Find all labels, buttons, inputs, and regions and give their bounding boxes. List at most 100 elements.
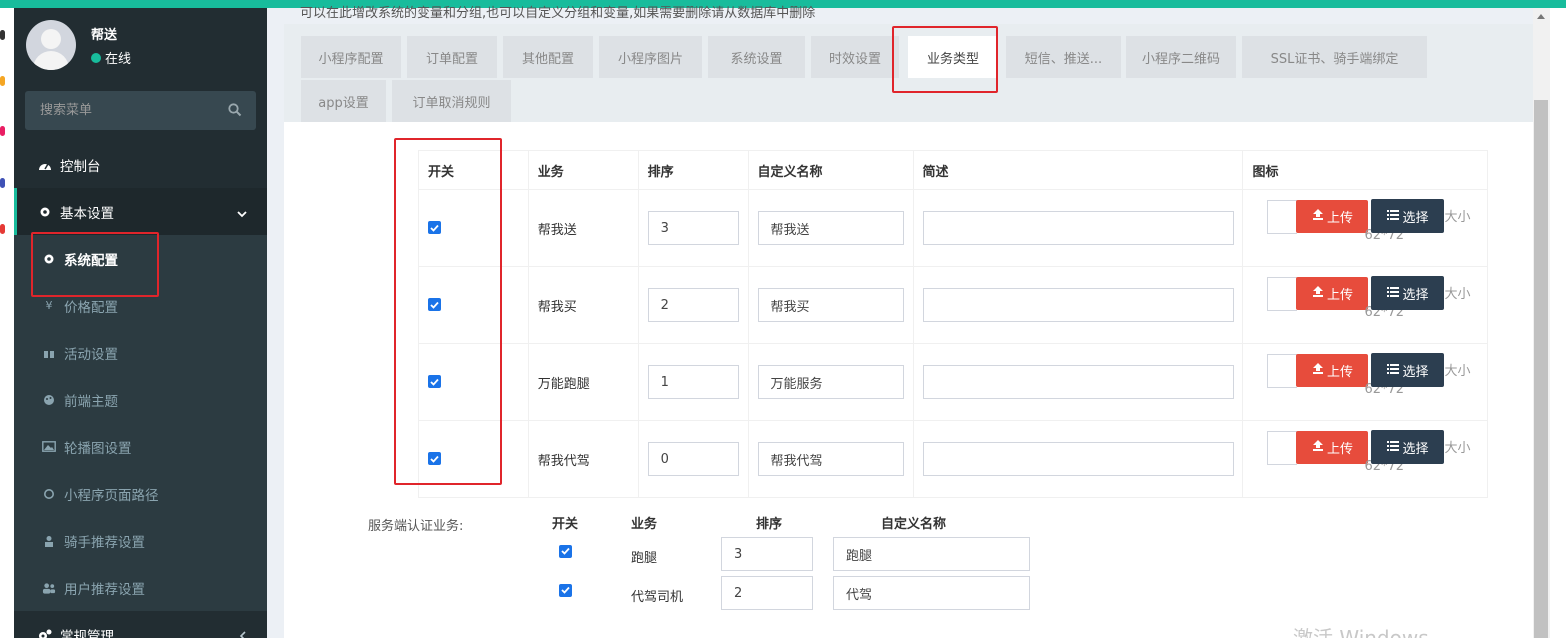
upload-button[interactable]: 上传: [1296, 354, 1369, 387]
tab-ssl-rider[interactable]: SSL证书、骑手端绑定: [1242, 36, 1427, 78]
table-row: 帮我代驾 0 帮我代驾 上传 大小 62*72 选择: [418, 420, 1488, 498]
size-hint: 大小: [1444, 210, 1471, 225]
select-button[interactable]: 选择: [1371, 353, 1445, 387]
user-status-text: 在线: [105, 52, 132, 67]
description-cell: [912, 266, 1243, 344]
description-input[interactable]: [922, 211, 1234, 245]
sidebar-item-user-referral[interactable]: 用户推荐设置: [14, 564, 267, 611]
sidebar-item-activity-settings[interactable]: 活动设置: [14, 329, 267, 376]
custom-name-input[interactable]: 万能服务: [757, 365, 904, 399]
description-input[interactable]: [922, 365, 1234, 399]
sort-input[interactable]: 0: [647, 442, 739, 476]
auth-checkbox[interactable]: [559, 583, 572, 598]
description-input[interactable]: [922, 442, 1234, 476]
auth-sort-input[interactable]: 3: [721, 537, 813, 571]
enable-checkbox[interactable]: [428, 452, 441, 465]
select-button[interactable]: 选择: [1371, 276, 1445, 310]
description-input[interactable]: [922, 288, 1234, 322]
custom-name-input[interactable]: 帮我代驾: [757, 442, 904, 476]
chevron-left-icon: [239, 629, 247, 638]
col-header-icon: 图标: [1242, 150, 1488, 190]
sidebar: 帮送 在线 控制台 基本设置 系统配置 ¥ 价格配置: [14, 8, 267, 638]
col-header-custom-name: 自定义名称: [747, 150, 913, 190]
sort-cell: 1: [637, 343, 749, 421]
sidebar-item-general[interactable]: 常规管理: [14, 611, 267, 638]
custom-name-input[interactable]: 帮我送: [757, 211, 904, 245]
sidebar-item-label: 轮播图设置: [64, 440, 132, 457]
tab-sms-push[interactable]: 短信、推送...: [1006, 36, 1121, 78]
select-button[interactable]: 选择: [1371, 430, 1445, 464]
tab-miniapp-images[interactable]: 小程序图片: [599, 36, 702, 78]
sidebar-item-carousel-settings[interactable]: 轮播图设置: [14, 423, 267, 470]
tab-miniapp-qrcode[interactable]: 小程序二维码: [1126, 36, 1236, 78]
user-status: 在线: [91, 48, 131, 67]
list-icon: [1387, 363, 1402, 378]
dashboard-icon: [38, 158, 52, 172]
user-name: 帮送: [91, 28, 118, 43]
scrollbar[interactable]: [1533, 8, 1550, 638]
switch-cell: [418, 343, 529, 421]
auth-sort-input[interactable]: 2: [721, 576, 813, 610]
upload-button[interactable]: 上传: [1296, 277, 1369, 310]
auth-checkbox[interactable]: [559, 544, 572, 559]
sort-input[interactable]: 1: [647, 365, 739, 399]
chevron-down-icon: [237, 206, 247, 222]
business-name: 万能跑腿: [527, 343, 639, 421]
sidebar-item-price-config[interactable]: ¥ 价格配置: [14, 282, 267, 329]
tab-timing-settings[interactable]: 时效设置: [811, 36, 899, 78]
tab-other-config[interactable]: 其他配置: [503, 36, 593, 78]
left-edge-strip: [0, 8, 14, 638]
icon-cell: 上传 大小 62*72 选择: [1242, 189, 1488, 267]
tab-business-type[interactable]: 业务类型: [908, 36, 998, 78]
custom-name-cell: 帮我代驾: [747, 420, 913, 498]
upload-button[interactable]: 上传: [1296, 200, 1369, 233]
tab-order-config[interactable]: 订单配置: [407, 36, 497, 78]
auth-business: 代驾司机: [631, 590, 684, 605]
image-icon: [42, 440, 56, 454]
tab-system-settings[interactable]: 系统设置: [708, 36, 805, 78]
auth-custom-name-input[interactable]: 跑腿: [833, 537, 1030, 571]
sidebar-item-basic-settings[interactable]: 基本设置: [14, 188, 267, 235]
custom-name-input[interactable]: 帮我买: [757, 288, 904, 322]
sidebar-item-rider-referral[interactable]: 骑手推荐设置: [14, 517, 267, 564]
upload-label: 上传: [1326, 442, 1353, 457]
tab-content: 开关 业务 排序 自定义名称 简述 图标 帮我送 3 帮我送 上传 大小 62*72 选择帮…: [284, 122, 1533, 638]
search-icon[interactable]: [228, 103, 242, 117]
table-row: 帮我送 3 帮我送 上传 大小 62*72 选择: [418, 189, 1488, 267]
icon-preview: [1267, 277, 1298, 311]
icon-preview: [1267, 354, 1298, 388]
col-header-description: 简述: [912, 150, 1243, 190]
palette-icon: [42, 393, 56, 407]
list-icon: [1387, 209, 1402, 224]
sidebar-item-miniapp-paths[interactable]: 小程序页面路径: [14, 470, 267, 517]
enable-checkbox[interactable]: [428, 375, 441, 388]
sort-input[interactable]: 3: [647, 211, 739, 245]
business-name: 帮我买: [527, 266, 639, 344]
tab-order-cancel-rules[interactable]: 订单取消规则: [392, 80, 511, 122]
upload-icon: [1312, 363, 1327, 378]
select-label: 选择: [1402, 287, 1429, 303]
gear-icon: [42, 252, 56, 266]
tab-app-settings[interactable]: app设置: [301, 80, 386, 122]
sidebar-item-frontend-theme[interactable]: 前端主题: [14, 376, 267, 423]
scroll-thumb[interactable]: [1534, 100, 1548, 638]
icon-cell: 上传 大小 62*72 选择: [1242, 343, 1488, 421]
col-header-sort: 排序: [637, 150, 749, 190]
sort-input[interactable]: 2: [647, 288, 739, 322]
select-button[interactable]: 选择: [1371, 199, 1445, 233]
sidebar-item-system-config[interactable]: 系统配置: [14, 235, 267, 282]
tab-miniapp-config[interactable]: 小程序配置: [301, 36, 401, 78]
upload-label: 上传: [1326, 288, 1353, 303]
upload-button[interactable]: 上传: [1296, 431, 1369, 464]
scroll-up-icon[interactable]: [1537, 14, 1545, 19]
enable-checkbox[interactable]: [428, 221, 441, 234]
sidebar-item-dashboard[interactable]: 控制台: [14, 141, 267, 188]
config-tabs: 小程序配置 订单配置 其他配置 小程序图片 系统设置 时效设置 业务类型 短信、…: [284, 24, 1533, 122]
upload-icon: [1312, 209, 1327, 224]
enable-checkbox[interactable]: [428, 298, 441, 311]
auth-custom-name-input[interactable]: 代驾: [833, 576, 1030, 610]
sidebar-item-label: 骑手推荐设置: [64, 534, 145, 551]
upload-icon: [1312, 440, 1327, 455]
search-input[interactable]: [25, 91, 225, 130]
sort-cell: 2: [637, 266, 749, 344]
